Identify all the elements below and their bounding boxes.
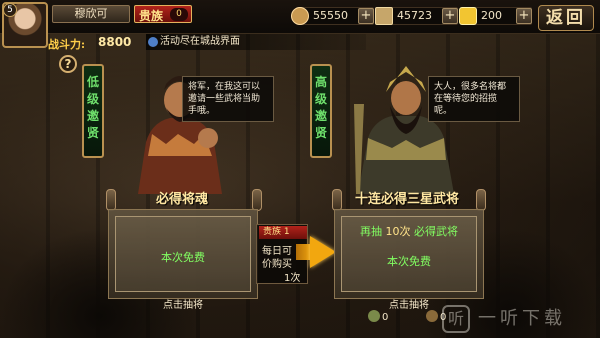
- help-button[interactable]: ?: [59, 55, 77, 73]
- gold-value: 200: [481, 9, 502, 22]
- low-draw-button[interactable]: 点击抽将: [108, 296, 258, 311]
- offer-line-3: 1次: [284, 273, 301, 284]
- gold-ingot-icon: [459, 7, 477, 25]
- high-recruit-banner: 高级邀贤: [310, 64, 332, 158]
- back-button[interactable]: 返回: [538, 5, 594, 31]
- power-label: 战斗力:: [48, 38, 86, 51]
- scroll-value: 45723: [397, 9, 432, 22]
- watermark: 听 一听下载: [442, 300, 600, 338]
- player-level-badge: 5: [3, 3, 17, 17]
- offer-vip-tag: 贵族 1: [259, 226, 307, 239]
- low-recruit-card[interactable]: 本次免费: [108, 209, 258, 299]
- scroll-end-right: [252, 189, 262, 211]
- resource-copper: 55550 +: [291, 7, 374, 25]
- vip-level: 0: [170, 8, 188, 21]
- add-copper-button[interactable]: +: [358, 8, 374, 24]
- scroll-end-left: [106, 189, 116, 211]
- copper-coin-icon: [291, 7, 309, 25]
- watermark-text: 一听下载: [478, 308, 566, 329]
- low-recruit-title: 必得将魂: [155, 192, 208, 207]
- speech-bubble-left: 将军，在我这可以邀请一些武将当助手哦。: [182, 76, 274, 122]
- copper-value: 55550: [313, 9, 348, 22]
- add-scroll-button[interactable]: +: [442, 8, 458, 24]
- high-recruit-title: 十连必得三星武将: [354, 192, 459, 207]
- scroll-icon: [375, 7, 393, 25]
- vip-label: 贵族: [139, 9, 164, 23]
- order-icon: [426, 310, 438, 322]
- scroll-end-right-2: [476, 189, 486, 211]
- high-free-label: 本次免费: [387, 255, 431, 268]
- low-recruit-panel: 低级邀贤 将军，在我这可以邀请一些武将当助手哦。 必得将魂 本次免费 点击抽将: [82, 64, 274, 324]
- watermark-logo-icon: 听: [442, 305, 470, 333]
- high-recruit-card[interactable]: 再抽 10次 必得武将 本次免费: [334, 209, 484, 299]
- low-recruit-banner: 低级邀贤: [82, 64, 104, 158]
- offer-line-2: 价购买: [262, 259, 292, 270]
- resource-scroll: 45723 +: [375, 7, 458, 25]
- vip-badge[interactable]: 贵族 0: [134, 5, 192, 23]
- power-value: 8800: [98, 35, 132, 49]
- event-tip: 活动尽在城战界面: [146, 34, 366, 50]
- low-free-label: 本次免费: [161, 251, 205, 264]
- add-gold-button[interactable]: +: [516, 8, 532, 24]
- resource-gold: 200 +: [459, 7, 532, 25]
- high-recruit-panel: 高级邀贤 大人，很多名将都在等待您的招揽呢。 十连必得三星武将 再抽 10次 必…: [310, 64, 520, 324]
- player-name: 穆欣可: [52, 5, 130, 23]
- info-icon: [148, 37, 158, 47]
- speech-bubble-right: 大人，很多名将都在等待您的招揽呢。: [428, 76, 520, 122]
- low-token-count: 0: [368, 310, 388, 323]
- game-scene: 5 穆欣可 贵族 0 战斗力: 8800 活动尽在城战界面 55550 + 45…: [0, 0, 600, 338]
- retry-hint: 再抽 10次 必得武将: [360, 225, 458, 238]
- event-tip-text: 活动尽在城战界面: [160, 36, 240, 47]
- token-icon: [368, 310, 380, 322]
